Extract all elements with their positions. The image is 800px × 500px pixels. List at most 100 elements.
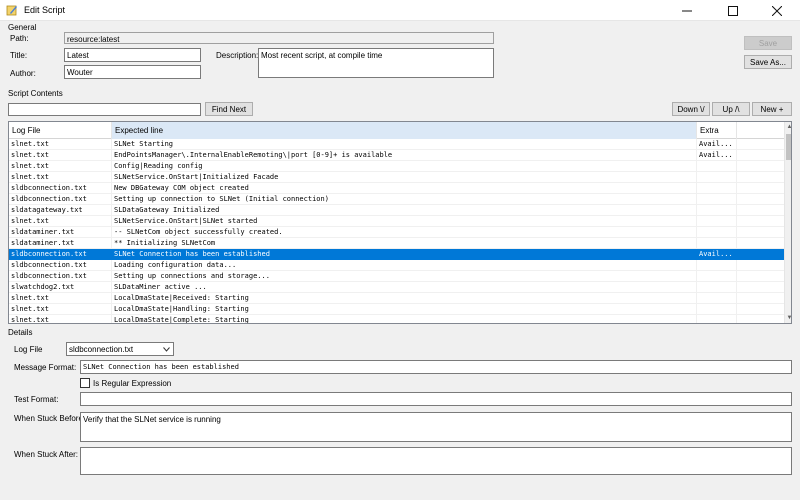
expected-line-cell[interactable]: SLNet Starting xyxy=(112,139,697,150)
extra-cell[interactable] xyxy=(697,238,737,249)
save-button[interactable]: Save xyxy=(744,36,792,50)
log-file-cell[interactable]: sldbconnection.txt xyxy=(9,249,112,260)
table-row[interactable]: sldbconnection.txt Loading configuration … xyxy=(9,260,784,271)
blank-cell[interactable] xyxy=(737,260,784,271)
table-row[interactable]: slnet.txt EndPointsManager\.InternalEnabl… xyxy=(9,150,784,161)
extra-cell[interactable] xyxy=(697,293,737,304)
extra-cell[interactable] xyxy=(697,227,737,238)
blank-cell[interactable] xyxy=(737,227,784,238)
regex-checkbox[interactable] xyxy=(80,378,90,388)
new-row-button[interactable]: New + xyxy=(752,102,792,116)
log-file-cell[interactable]: slnet.txt xyxy=(9,150,112,161)
log-file-cell[interactable]: slwatchdog2.txt xyxy=(9,282,112,293)
table-row[interactable]: sldbconnection.txt Setting up connections… xyxy=(9,271,784,282)
blank-cell[interactable] xyxy=(737,194,784,205)
table-row[interactable]: slnet.txt LocalDmaState|Received: Startin… xyxy=(9,293,784,304)
expected-line-cell[interactable]: New DBGateway COM object created xyxy=(112,183,697,194)
expected-line-cell[interactable]: SLDataMiner active ... xyxy=(112,282,697,293)
table-row[interactable]: slnet.txt SLNetService.OnStart|SLNet star… xyxy=(9,216,784,227)
extra-cell[interactable] xyxy=(697,260,737,271)
log-file-cell[interactable]: slnet.txt xyxy=(9,315,112,323)
table-row[interactable]: sldbconnection.txt SLNet Connection has b… xyxy=(9,249,784,260)
expected-line-cell[interactable]: Config|Reading config xyxy=(112,161,697,172)
find-next-button[interactable]: Find Next xyxy=(205,102,253,116)
log-file-cell[interactable]: slnet.txt xyxy=(9,161,112,172)
log-file-cell[interactable]: sldbconnection.txt xyxy=(9,271,112,282)
maximize-icon[interactable] xyxy=(710,0,756,21)
blank-cell[interactable] xyxy=(737,205,784,216)
expected-line-cell[interactable]: LocalDmaState|Complete: Starting xyxy=(112,315,697,323)
log-file-cell[interactable]: sldbconnection.txt xyxy=(9,183,112,194)
extra-cell[interactable] xyxy=(697,172,737,183)
vertical-scrollbar[interactable]: ▲ ▼ xyxy=(784,122,791,323)
extra-cell[interactable] xyxy=(697,315,737,323)
search-input[interactable] xyxy=(8,103,201,116)
expected-line-cell[interactable]: EndPointsManager\.InternalEnableRemoting… xyxy=(112,150,697,161)
blank-cell[interactable] xyxy=(737,249,784,260)
close-icon[interactable] xyxy=(754,0,800,21)
column-header-log-file[interactable]: Log File xyxy=(9,122,112,139)
blank-cell[interactable] xyxy=(737,315,784,323)
log-file-cell[interactable]: sldataminer.txt xyxy=(9,238,112,249)
blank-cell[interactable] xyxy=(737,238,784,249)
expected-line-cell[interactable]: SLNetService.OnStart|SLNet started xyxy=(112,216,697,227)
log-file-cell[interactable]: sldbconnection.txt xyxy=(9,260,112,271)
extra-cell[interactable] xyxy=(697,282,737,293)
scroll-down-icon[interactable]: ▼ xyxy=(785,313,791,323)
minimize-icon[interactable] xyxy=(664,0,710,21)
log-file-cell[interactable]: slnet.txt xyxy=(9,293,112,304)
script-grid[interactable]: Log File Expected line Extra slnet.txt SL… xyxy=(8,121,792,324)
table-row[interactable]: slnet.txt SLNet Starting Avail... xyxy=(9,139,784,150)
blank-cell[interactable] xyxy=(737,139,784,150)
table-row[interactable]: slwatchdog2.txt SLDataMiner active ... xyxy=(9,282,784,293)
log-file-cell[interactable]: slnet.txt xyxy=(9,172,112,183)
log-file-cell[interactable]: slnet.txt xyxy=(9,216,112,227)
table-row[interactable]: sldataminer.txt ** Initializing SLNetCom xyxy=(9,238,784,249)
test-format-input[interactable] xyxy=(80,392,792,406)
extra-cell[interactable] xyxy=(697,271,737,282)
log-file-select[interactable]: sldbconnection.txt xyxy=(66,342,174,356)
column-header-expected-line[interactable]: Expected line xyxy=(112,122,697,139)
expected-line-cell[interactable]: SLNet Connection has been established xyxy=(112,249,697,260)
extra-cell[interactable] xyxy=(697,205,737,216)
log-file-cell[interactable]: sldatagateway.txt xyxy=(9,205,112,216)
expected-line-cell[interactable]: SLDataGateway Initialized xyxy=(112,205,697,216)
extra-cell[interactable] xyxy=(697,216,737,227)
move-up-button[interactable]: Up /\ xyxy=(712,102,750,116)
table-row[interactable]: slnet.txt Config|Reading config xyxy=(9,161,784,172)
blank-cell[interactable] xyxy=(737,161,784,172)
table-row[interactable]: slnet.txt SLNetService.OnStart|Initialize… xyxy=(9,172,784,183)
expected-line-cell[interactable]: Setting up connections and storage... xyxy=(112,271,697,282)
blank-cell[interactable] xyxy=(737,282,784,293)
title-input[interactable]: Latest xyxy=(64,48,201,62)
expected-line-cell[interactable]: SLNetService.OnStart|Initialized Facade xyxy=(112,172,697,183)
extra-cell[interactable]: Avail... xyxy=(697,139,737,150)
extra-cell[interactable] xyxy=(697,194,737,205)
save-as-button[interactable]: Save As... xyxy=(744,55,792,69)
expected-line-cell[interactable]: Loading configuration data... xyxy=(112,260,697,271)
log-file-cell[interactable]: slnet.txt xyxy=(9,139,112,150)
author-input[interactable]: Wouter xyxy=(64,65,201,79)
table-row[interactable]: sldatagateway.txt SLDataGateway Initializ… xyxy=(9,205,784,216)
table-row[interactable]: slnet.txt LocalDmaState|Complete: Startin… xyxy=(9,315,784,323)
table-row[interactable]: slnet.txt LocalDmaState|Handling: Startin… xyxy=(9,304,784,315)
table-row[interactable]: sldbconnection.txt Setting up connection … xyxy=(9,194,784,205)
expected-line-cell[interactable]: LocalDmaState|Handling: Starting xyxy=(112,304,697,315)
table-row[interactable]: sldataminer.txt -- SLNetCom object succes… xyxy=(9,227,784,238)
move-down-button[interactable]: Down \/ xyxy=(672,102,710,116)
extra-cell[interactable]: Avail... xyxy=(697,249,737,260)
blank-cell[interactable] xyxy=(737,293,784,304)
extra-cell[interactable]: Avail... xyxy=(697,150,737,161)
blank-cell[interactable] xyxy=(737,172,784,183)
expected-line-cell[interactable]: LocalDmaState|Received: Starting xyxy=(112,293,697,304)
extra-cell[interactable] xyxy=(697,183,737,194)
column-header-extra[interactable]: Extra xyxy=(697,122,737,139)
message-format-input[interactable]: SLNet Connection has been established xyxy=(80,360,792,374)
stuck-after-input[interactable] xyxy=(80,447,792,475)
scroll-up-icon[interactable]: ▲ xyxy=(785,122,791,132)
expected-line-cell[interactable]: Setting up connection to SLNet (Initial … xyxy=(112,194,697,205)
log-file-cell[interactable]: sldataminer.txt xyxy=(9,227,112,238)
table-row[interactable]: sldbconnection.txt New DBGateway COM obje… xyxy=(9,183,784,194)
blank-cell[interactable] xyxy=(737,150,784,161)
blank-cell[interactable] xyxy=(737,304,784,315)
